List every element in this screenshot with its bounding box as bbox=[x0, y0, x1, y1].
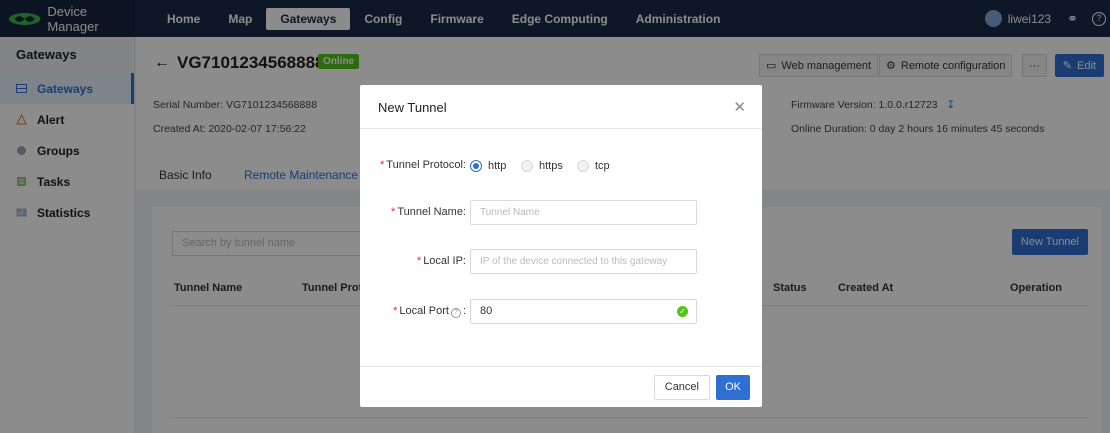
tunnel-name-label: * Tunnel Name: bbox=[378, 206, 466, 218]
local-port-value: 80 bbox=[480, 305, 493, 317]
radio-label: http bbox=[488, 160, 507, 172]
radio-tcp[interactable]: tcp bbox=[577, 160, 610, 172]
radio-https[interactable]: https bbox=[521, 160, 563, 172]
radio-dot bbox=[521, 160, 533, 172]
protocol-label: * Tunnel Protocol: bbox=[378, 159, 466, 171]
check-circle-icon: ✓ bbox=[677, 306, 688, 317]
required-mark: * bbox=[391, 206, 396, 218]
local-port-label-text: Local Port bbox=[399, 305, 449, 317]
tunnel-name-label-text: Tunnel Name: bbox=[397, 206, 466, 218]
dialog-header-divider bbox=[360, 128, 762, 129]
required-mark: * bbox=[380, 159, 385, 171]
new-tunnel-dialog: New Tunnel ✕ * Tunnel Protocol: http http… bbox=[360, 85, 762, 407]
local-ip-label: * Local IP: bbox=[378, 255, 466, 267]
radio-http[interactable]: http bbox=[470, 160, 506, 172]
local-port-label: * Local Port?: bbox=[393, 305, 466, 318]
question-icon[interactable]: ? bbox=[450, 308, 461, 318]
protocol-label-text: Tunnel Protocol: bbox=[386, 159, 466, 171]
cancel-button[interactable]: Cancel bbox=[653, 375, 710, 400]
radio-dot bbox=[577, 160, 589, 172]
radio-label: https bbox=[539, 160, 563, 172]
close-icon[interactable]: ✕ bbox=[733, 98, 746, 116]
local-ip-input[interactable]: IP of the device connected to this gatew… bbox=[470, 249, 697, 274]
required-mark: * bbox=[416, 255, 422, 267]
radio-dot bbox=[470, 160, 482, 172]
local-port-input[interactable]: 80 ✓ bbox=[470, 299, 697, 324]
radio-label: tcp bbox=[595, 160, 610, 172]
required-mark: * bbox=[393, 305, 398, 317]
dialog-title: New Tunnel bbox=[378, 100, 447, 115]
dialog-footer-divider bbox=[360, 366, 762, 367]
tunnel-name-input[interactable]: Tunnel Name bbox=[470, 200, 697, 225]
local-ip-label-text: Local IP: bbox=[423, 255, 466, 267]
ok-button[interactable]: OK bbox=[716, 375, 750, 400]
